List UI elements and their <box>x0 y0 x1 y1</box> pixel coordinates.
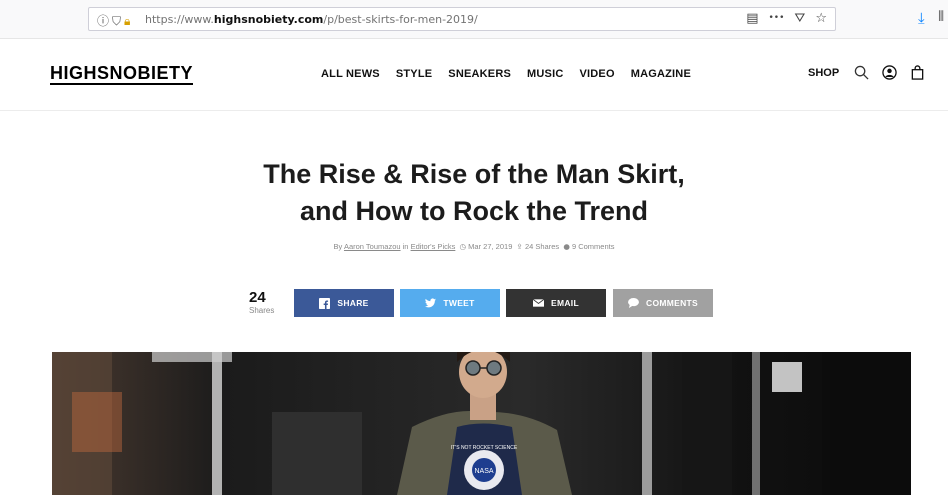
bookmark-star-icon[interactable]: ☆ <box>815 11 827 26</box>
twitter-share-button[interactable]: TWEET <box>400 289 500 317</box>
share-count: 24 Shares <box>249 289 275 315</box>
envelope-icon <box>533 299 545 307</box>
nav-all-news[interactable]: ALL NEWS <box>321 68 380 80</box>
nav-style[interactable]: STYLE <box>396 68 432 80</box>
url-text[interactable]: https://www.highsnobiety.com/p/best-skir… <box>145 13 478 26</box>
browser-toolbar: ⓘ⛉🔒︎ https://www.highsnobiety.com/p/best… <box>0 0 948 39</box>
share-icon: ⇪ <box>516 242 523 251</box>
byline-comments[interactable]: 9 Comments <box>572 242 615 251</box>
site-info-icons[interactable]: ⓘ⛉🔒︎ <box>97 12 133 29</box>
shirt-text: IT'S NOT ROCKET SCIENCE <box>451 445 518 451</box>
comment-icon: ● <box>563 242 570 251</box>
facebook-share-button[interactable]: SHARE <box>294 289 394 317</box>
nav-music[interactable]: MUSIC <box>527 68 563 80</box>
download-icon[interactable]: ⤓ <box>918 9 925 27</box>
lock-warning-icon[interactable]: 🔒︎ <box>124 14 133 28</box>
reader-view-icon[interactable]: ▤ <box>746 11 758 26</box>
author-link[interactable]: Aaron Toumazou <box>344 242 401 251</box>
nav-video[interactable]: VIDEO <box>579 68 614 80</box>
hero-image: NASA IT'S NOT ROCKET SCIENCE <box>52 352 911 495</box>
shirt-badge: NASA <box>474 468 493 475</box>
search-icon[interactable] <box>854 65 869 80</box>
site-header: HIGHSNOBIETY ALL NEWS STYLE SNEAKERS MUS… <box>0 38 948 111</box>
info-icon[interactable]: ⓘ <box>97 14 112 28</box>
nav-magazine[interactable]: MAGAZINE <box>631 68 691 80</box>
nav-sneakers[interactable]: SNEAKERS <box>448 68 511 80</box>
hero-photo-illustration: NASA IT'S NOT ROCKET SCIENCE <box>52 352 911 495</box>
shop-link[interactable]: SHOP <box>808 67 839 79</box>
account-icon[interactable] <box>882 65 897 80</box>
category-link[interactable]: Editor's Picks <box>411 242 456 251</box>
main-nav: ALL NEWS STYLE SNEAKERS MUSIC VIDEO MAGA… <box>321 68 691 80</box>
byline-shares: 24 Shares <box>524 242 560 251</box>
shield-icon[interactable]: ⛉ <box>112 14 124 28</box>
pocket-icon[interactable]: ⛛ <box>794 11 805 26</box>
shopping-bag-icon[interactable] <box>910 65 925 80</box>
twitter-icon <box>425 298 437 308</box>
speech-bubble-icon <box>628 298 639 308</box>
publish-date: Mar 27, 2019 <box>468 242 513 251</box>
address-bar[interactable]: ⓘ⛉🔒︎ https://www.highsnobiety.com/p/best… <box>88 7 836 31</box>
site-logo[interactable]: HIGHSNOBIETY <box>50 64 194 85</box>
library-icon[interactable]: ⦀ <box>938 9 944 25</box>
article-title: The Rise & Rise of the Man Skirt, and Ho… <box>263 159 685 226</box>
comments-button[interactable]: COMMENTS <box>613 289 713 317</box>
article-byline: By Aaron Toumazou in Editor's Picks ◷ Ma… <box>333 242 615 251</box>
email-share-button[interactable]: EMAIL <box>506 289 606 317</box>
facebook-icon <box>319 297 331 309</box>
more-icon[interactable]: ••• <box>768 13 784 26</box>
clock-icon: ◷ <box>459 242 467 251</box>
